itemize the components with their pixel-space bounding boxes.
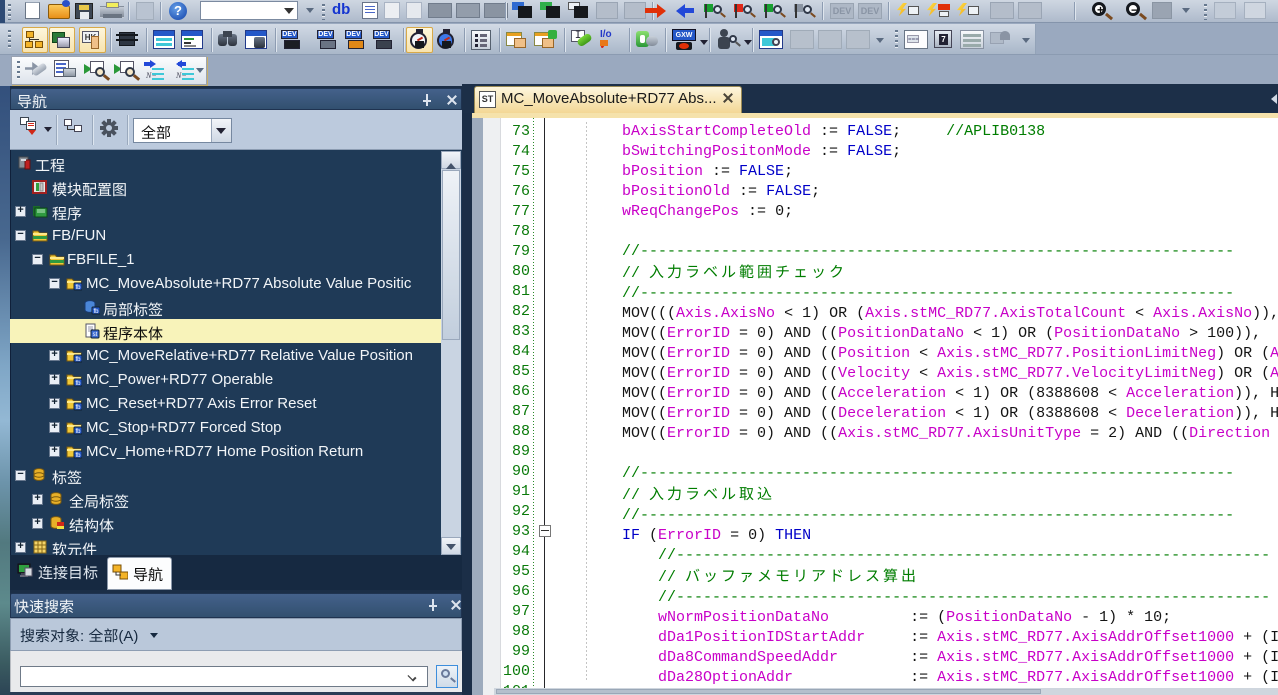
svg-text:fb: fb	[75, 453, 81, 459]
svg-text:fb: fb	[75, 357, 81, 363]
svg-text:fb: fb	[75, 285, 81, 291]
svg-text:fb: fb	[75, 381, 81, 387]
svg-text:fb: fb	[93, 309, 99, 315]
svg-text:st: st	[93, 332, 98, 338]
svg-text:fb: fb	[75, 429, 81, 435]
svg-text:fb: fb	[75, 405, 81, 411]
